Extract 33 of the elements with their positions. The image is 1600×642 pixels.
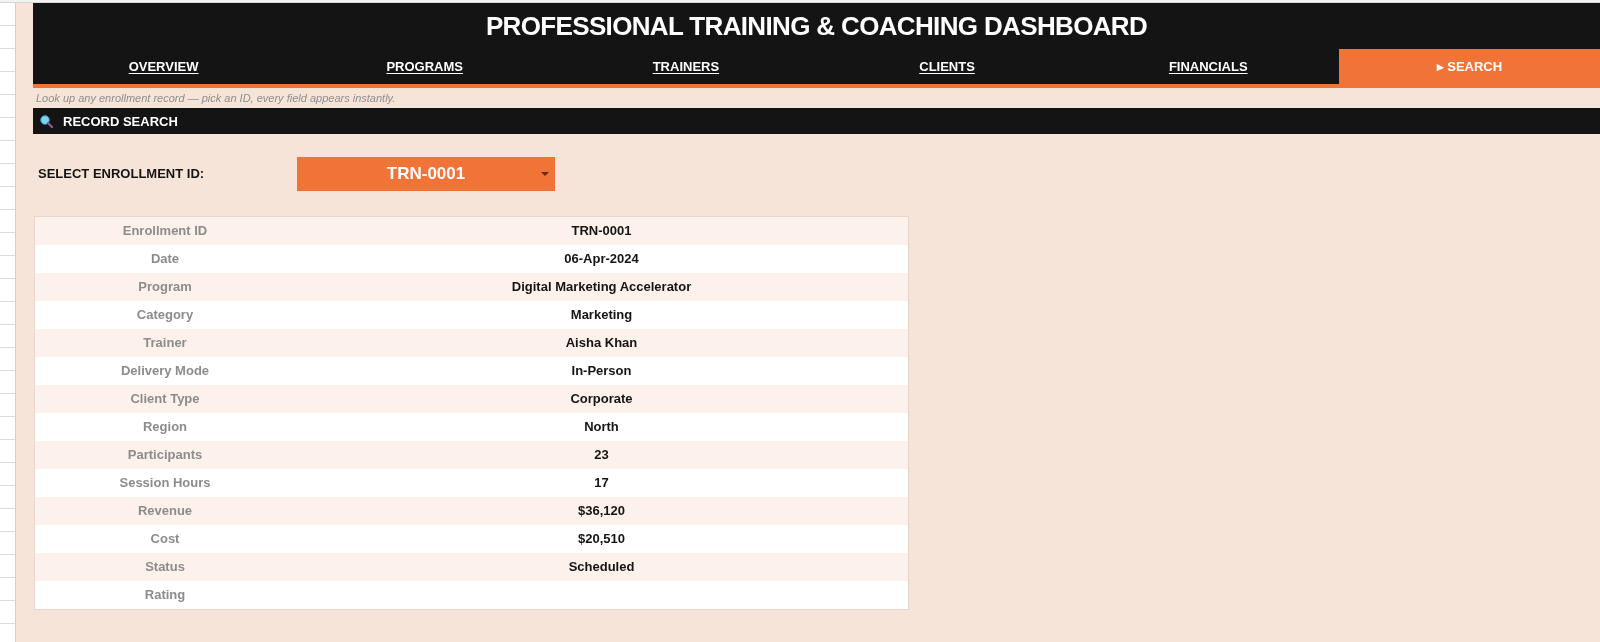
field-label: Enrollment ID: [122, 222, 208, 241]
dashboard-title: PROFESSIONAL TRAINING & COACHING DASHBOARD: [485, 13, 1148, 39]
field-value: Scheduled: [568, 558, 635, 577]
field-value: TRN-0001: [571, 222, 632, 241]
hint-text: Look up any enrollment record — pick an ID, every field appears instantly.: [36, 92, 396, 104]
field-value: 17: [594, 474, 609, 493]
search-icon: [40, 114, 53, 128]
field-label: Client Type: [130, 390, 200, 409]
field-value: 06-Apr-2024: [564, 250, 639, 269]
caret-icon: [541, 172, 549, 176]
field-label: Participants: [127, 446, 203, 465]
field-label: Trainer: [143, 334, 187, 353]
field-label: Date: [150, 250, 180, 269]
field-label: Rating: [144, 586, 186, 605]
field-label: Delivery Mode: [120, 362, 210, 381]
field-value: Marketing: [570, 306, 633, 325]
field-value: Digital Marketing Accelerator: [511, 278, 692, 297]
field-value: 23: [594, 446, 609, 465]
field-value: North: [584, 418, 619, 437]
field-value: Corporate: [570, 390, 633, 409]
field-label: Revenue: [137, 502, 193, 521]
field-value: $36,120: [578, 502, 625, 521]
field-label: SELECT ENROLLMENT ID:: [37, 165, 206, 184]
field-label: Session Hours: [119, 474, 211, 493]
field-label: Region: [142, 418, 188, 437]
field-label: Cost: [150, 530, 180, 549]
field-label: Status: [145, 558, 185, 577]
field-label: Program: [138, 278, 192, 297]
field-value: $20,510: [578, 530, 625, 549]
field-label: Category: [136, 306, 194, 325]
field-value: Aisha Khan: [565, 334, 638, 353]
field-value: In-Person: [571, 362, 632, 381]
section-title: RECORD SEARCH: [63, 114, 178, 128]
